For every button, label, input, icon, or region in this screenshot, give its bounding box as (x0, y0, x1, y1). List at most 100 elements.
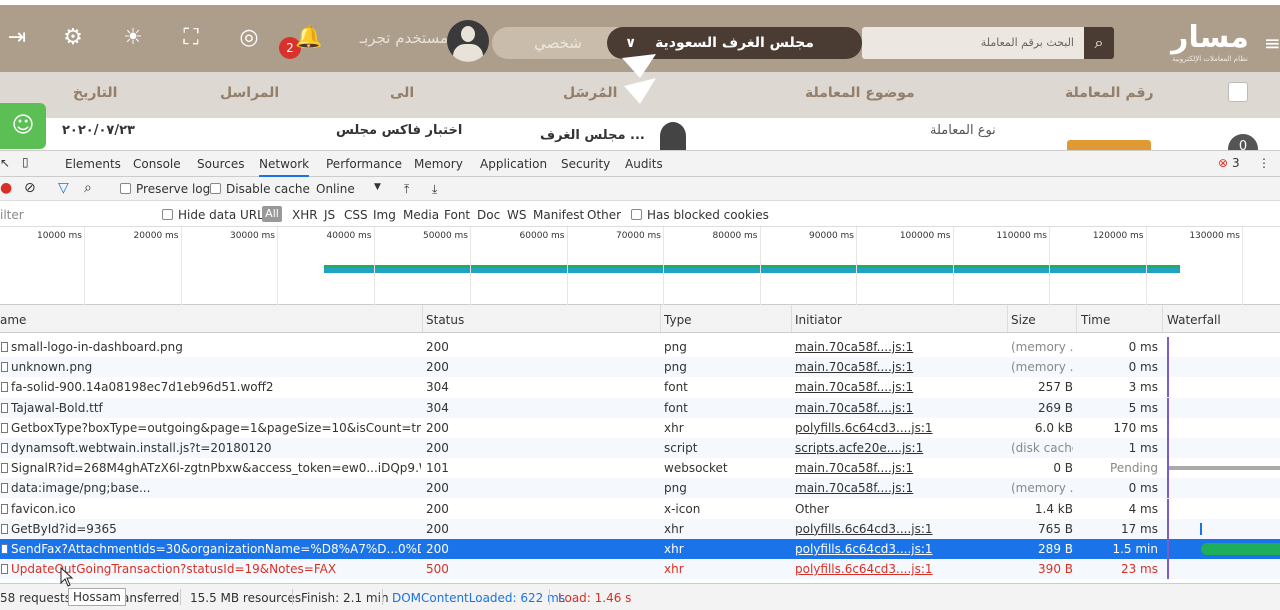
timeline-gridline (952, 227, 954, 305)
chevron-down-icon[interactable]: ▼ (374, 182, 381, 192)
filter-other[interactable]: Other (587, 208, 621, 222)
request-initiator[interactable]: main.70ca58f....js:1 (795, 357, 1005, 377)
request-initiator[interactable]: polyfills.6c64cd3....js:1 (795, 539, 1005, 559)
tab-security[interactable]: Security (561, 157, 610, 171)
hide-data-urls-checkbox[interactable]: Hide data URLs (162, 208, 270, 222)
error-icon[interactable]: ⊗ (1218, 156, 1228, 170)
request-initiator[interactable]: main.70ca58f....js:1 (795, 458, 1005, 478)
file-icon (1, 443, 8, 453)
search-input[interactable]: البحث برقم المعاملة (862, 27, 1084, 59)
throttle-select[interactable]: Online (316, 182, 355, 196)
transaction-row[interactable]: ٢٠٢٠/٠٧/٢٣ اختبار فاكس مجلس مجلس الغرف .… (0, 118, 1280, 150)
device-toolbar-icon[interactable]: ▯ (22, 155, 29, 169)
filter-doc[interactable]: Doc (477, 208, 500, 222)
select-all-checkbox[interactable] (1228, 82, 1248, 102)
col-size[interactable]: Size (1011, 313, 1036, 327)
request-initiator[interactable]: main.70ca58f....js:1 (795, 377, 1005, 397)
request-row[interactable]: favicon.ico 200 x-icon Other 1.4 kB 4 ms (0, 498, 1280, 519)
col-type[interactable]: Type (664, 313, 692, 327)
request-initiator[interactable]: scripts.acfe20e....js:1 (795, 438, 1005, 458)
search-icon[interactable]: ⌕ (84, 180, 92, 196)
request-initiator[interactable]: main.70ca58f....js:1 (795, 478, 1005, 498)
logout-icon[interactable]: ⇥ (2, 23, 32, 53)
filter-img[interactable]: Img (373, 208, 396, 222)
filter-manifest[interactable]: Manifest (533, 208, 584, 222)
header-date[interactable]: التاريخ (73, 85, 117, 101)
tab-elements[interactable]: Elements (65, 157, 121, 171)
request-row[interactable]: small-logo-in-dashboard.png 200 png main.70… (0, 337, 1280, 357)
header-sender[interactable]: المُرسَل (563, 85, 617, 101)
filter-font[interactable]: Font (444, 208, 470, 222)
request-time: 1 ms (1128, 441, 1158, 455)
col-time[interactable]: Time (1081, 313, 1110, 327)
tab-audits[interactable]: Audits (625, 157, 663, 171)
filter-ws[interactable]: WS (507, 208, 526, 222)
search-icon[interactable]: ⌕ (1084, 27, 1114, 59)
tab-sources[interactable]: Sources (197, 157, 244, 171)
header-subject[interactable]: موضوع المعاملة (805, 85, 915, 101)
export-har-icon[interactable]: ⤓ (432, 182, 437, 197)
request-initiator[interactable]: polyfills.6c64cd3....js:1 (795, 418, 1005, 438)
request-initiator[interactable]: main.70ca58f....js:1 (795, 398, 1005, 418)
tab-console[interactable]: Console (133, 157, 181, 171)
more-options-icon[interactable]: ⋮ (1258, 156, 1270, 170)
col-waterfall[interactable]: Waterfall (1167, 313, 1221, 327)
user-avatar[interactable] (447, 20, 489, 62)
filter-js[interactable]: JS (324, 208, 335, 222)
hamburger-menu-icon[interactable]: ≡ (1264, 31, 1280, 55)
tab-performance[interactable]: Performance (326, 157, 402, 171)
filter-xhr[interactable]: XHR (292, 208, 318, 222)
filter-css[interactable]: CSS (344, 208, 368, 222)
gear-icon[interactable]: ⚙ (58, 23, 88, 53)
request-row[interactable]: SignalR?id=268M4ghATzX6l-zgtnPbxw&access… (0, 458, 1280, 479)
request-initiator[interactable]: polyfills.6c64cd3....js:1 (795, 519, 1005, 539)
request-row[interactable]: dynamsoft.webtwain.install.js?t=20180120… (0, 438, 1280, 458)
tab-memory[interactable]: Memory (414, 157, 463, 171)
request-initiator[interactable]: polyfills.6c64cd3....js:1 (795, 559, 1005, 579)
record-icon[interactable]: ● (0, 180, 12, 196)
clear-icon[interactable]: ⊘ (24, 180, 36, 196)
preserve-log-checkbox[interactable]: Preserve log (120, 182, 210, 196)
request-initiator[interactable]: Other (795, 499, 1005, 519)
requests-table-header: ame Status Type Initiator Size Time Wate… (0, 305, 1280, 333)
request-row[interactable]: GetboxType?boxType=outgoing&page=1&pageS… (0, 417, 1280, 438)
app-window: ⇥ ⚙ ☀ ⛶ ◎ 2 🔔 مستخدم تجربـ شخصي ∨ مجلس ا… (0, 0, 1280, 150)
request-row[interactable]: GetById?id=9365 200 xhr polyfills.6c64cd3..… (0, 518, 1280, 539)
col-name[interactable]: ame (0, 313, 26, 327)
request-row[interactable]: UpdateOutGoingTransaction?statusId=19&No… (0, 559, 1280, 580)
header-to[interactable]: الى (390, 85, 414, 101)
disable-cache-checkbox[interactable]: Disable cache (210, 182, 310, 196)
brightness-icon[interactable]: ☀ (118, 23, 148, 53)
request-row[interactable]: data:image/png;base... 200 png main.70ca58f… (0, 478, 1280, 499)
blocked-cookies-checkbox[interactable]: Has blocked cookies (631, 208, 769, 222)
filter-input[interactable]: ilter (0, 208, 24, 222)
filter-media[interactable]: Media (403, 208, 439, 222)
tab-application[interactable]: Application (480, 157, 547, 171)
waterfall-marker (1167, 539, 1169, 559)
request-time: 3 ms (1128, 380, 1158, 395)
resources-size: 15.5 MB resources (190, 591, 302, 605)
user-name[interactable]: مستخدم تجربـ (338, 29, 448, 47)
hide-data-urls-label: Hide data URLs (178, 208, 271, 222)
request-row[interactable]: unknown.png 200 png main.70ca58f....js:1 (me… (0, 357, 1280, 378)
personal-tab[interactable]: شخصي (492, 27, 624, 59)
header-transaction-number[interactable]: رقم المعاملة (1065, 85, 1154, 101)
col-status[interactable]: Status (426, 313, 464, 327)
request-row[interactable]: Tajawal-Bold.ttf 304 font main.70ca58f....j… (0, 397, 1280, 418)
request-row[interactable]: SendFax?AttachmentIds=30&organizationNam… (0, 539, 1280, 559)
request-row[interactable]: fa-solid-900.14a08198ec7d1eb96d51.woff2 3… (0, 377, 1280, 398)
header-correspondent[interactable]: المراسل (220, 85, 279, 101)
inspect-element-icon[interactable]: ↖ (0, 156, 10, 170)
filter-icon[interactable]: ▽ (58, 180, 69, 196)
globe-icon[interactable]: ◎ (234, 23, 264, 53)
request-initiator[interactable]: main.70ca58f....js:1 (795, 337, 1005, 357)
network-overview-timeline[interactable]: 10000 ms 20000 ms 30000 ms 40000 ms 50000 ms… (0, 227, 1280, 305)
filter-all[interactable]: All (262, 206, 282, 222)
fullscreen-icon[interactable]: ⛶ (176, 23, 206, 53)
import-har-icon[interactable]: ⤒ (404, 182, 409, 197)
col-initiator[interactable]: Initiator (795, 313, 842, 327)
contacts-side-icon[interactable]: ☺ (0, 103, 46, 149)
tab-network[interactable]: Network (259, 157, 310, 177)
error-count[interactable]: 3 (1232, 156, 1240, 170)
bell-icon[interactable]: 🔔 (294, 23, 324, 53)
